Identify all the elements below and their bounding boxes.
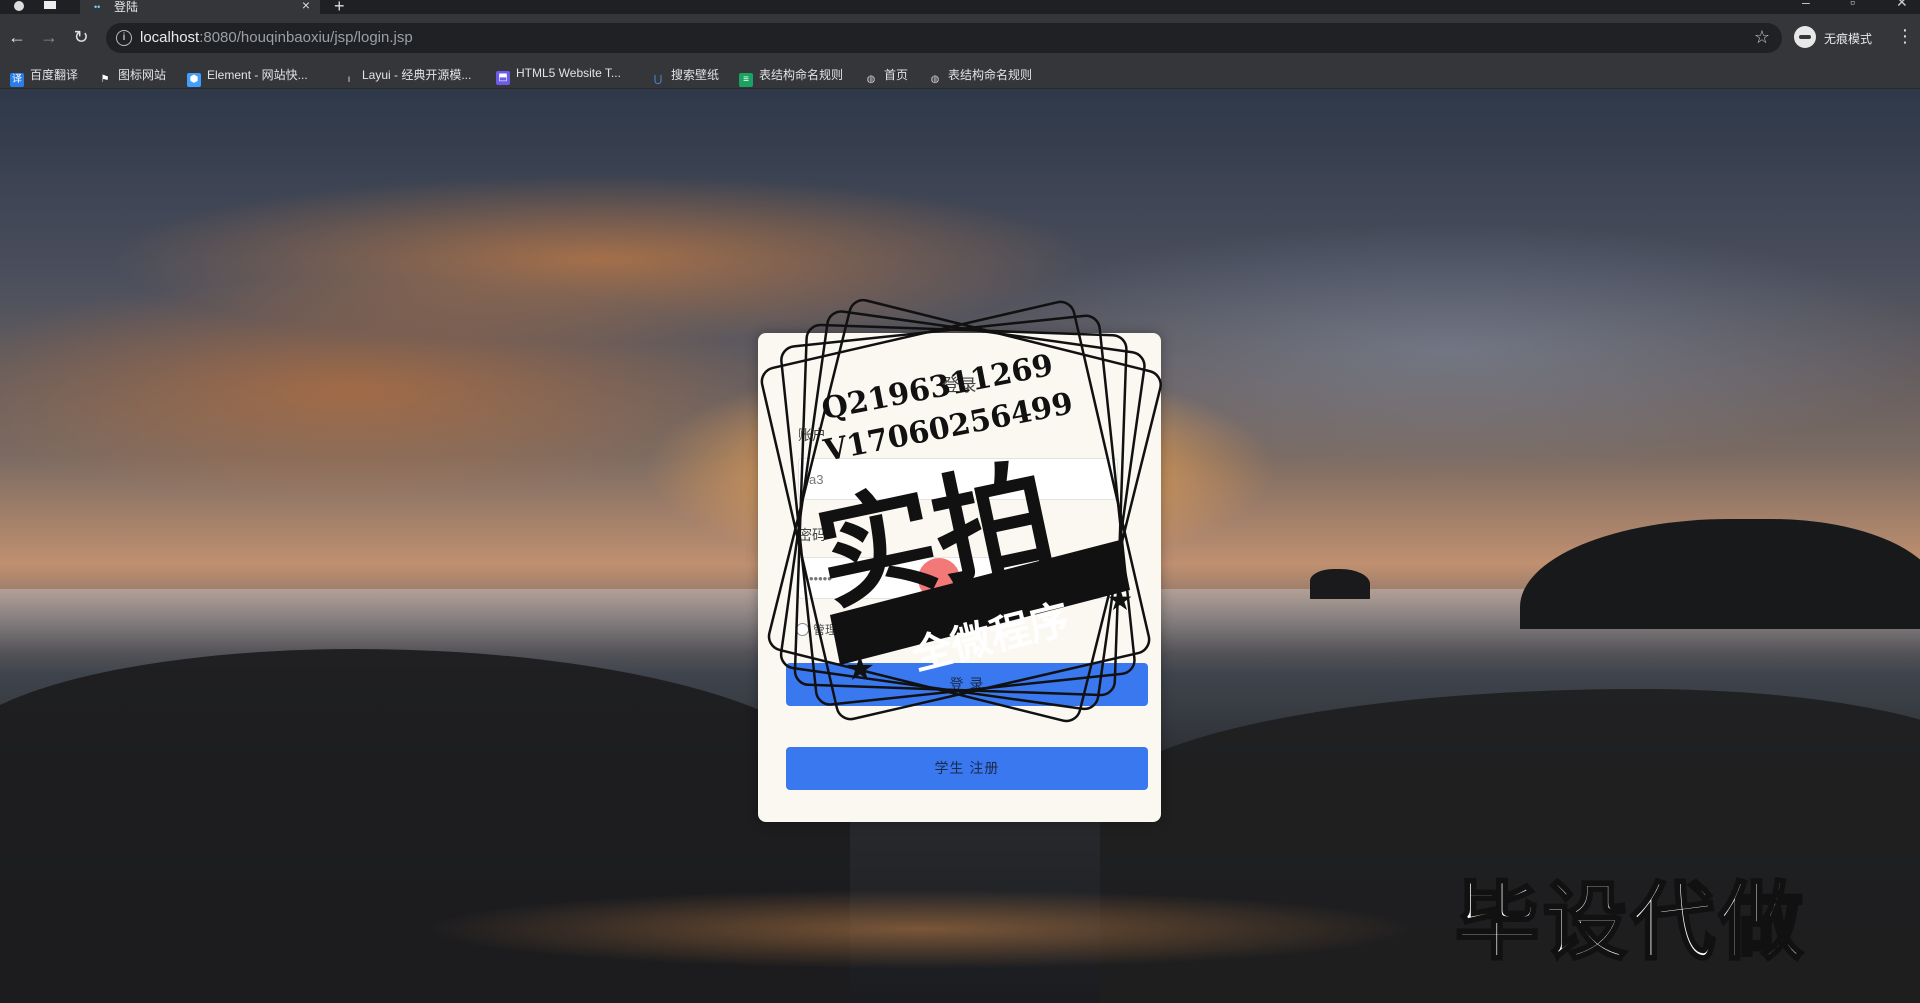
site-info-icon[interactable]: i [116,30,132,46]
bookmark-item[interactable]: ⬢ Element - 网站快... [187,66,308,87]
back-icon[interactable]: ← [6,26,28,48]
element-icon: ⬢ [187,73,201,87]
bookmark-item[interactable]: ⚑ 图标网站 [98,66,167,85]
browser-logo-icon [14,1,24,11]
star-icon: ★ [845,650,875,688]
bookmark-item[interactable]: ⋃ 搜索壁纸 [651,66,719,85]
bookmark-item[interactable]: ◍ 表结构命名规则 [928,66,1032,85]
minimize-icon[interactable]: – [1802,0,1810,10]
restore-icon[interactable]: ▫ [1850,0,1855,10]
html5-icon: ⬒ [496,71,510,85]
flag-icon: ⚑ [100,74,110,85]
tab-close-icon[interactable]: × [302,0,310,13]
bookmarks-bar: 译百度翻译 ⚑ 图标网站 ⬢ Element - 网站快... ı Layui - 经… [0,62,1920,89]
bookmark-item[interactable]: 译百度翻译 [10,66,78,87]
address-bar[interactable]: i localhost:8080/houqinbaoxiu/jsp/login.… [106,23,1782,53]
bookmark-star-icon[interactable]: ☆ [1754,27,1770,48]
bookmark-item[interactable]: ⬒ HTML5 Website T... [496,66,621,85]
layui-icon: ı [347,74,351,85]
close-window-icon[interactable]: ✕ [1896,0,1908,11]
star-icon: ★ [1107,584,1134,617]
incognito-icon [1794,26,1816,48]
rock-island [1310,569,1370,599]
reload-icon[interactable]: ↻ [70,26,92,48]
url-text[interactable]: localhost:8080/houqinbaoxiu/jsp/login.js… [140,29,413,46]
forward-icon[interactable]: → [38,26,60,48]
incognito-label: 无痕模式 [1824,32,1873,46]
tab-search-icon[interactable] [44,1,56,9]
toolbar: ← → ↻ i localhost:8080/houqinbaoxiu/jsp/… [0,14,1920,62]
tab-strip: •• 登陆 × + – ▫ ✕ [0,0,1920,16]
bookmark-item[interactable]: ≡ 表结构命名规则 [739,66,843,87]
bookmark-item[interactable]: ◍ 首页 [864,66,908,85]
globe-icon: ◍ [866,74,876,85]
globe-icon: ◍ [930,74,940,85]
wallpaper-icon: ⋃ [653,74,663,85]
corner-watermark: 毕设代做 [1453,872,1808,973]
sunset-reflection [420,889,1420,969]
browser-menu-icon[interactable]: ⋮ [1896,26,1914,47]
tab-login[interactable]: •• 登陆 × [80,0,320,14]
tab-title: 登陆 [114,0,139,14]
headland-silhouette [1520,519,1920,629]
tab-favicon-icon: •• [94,2,101,12]
translate-icon: 译 [10,73,24,87]
sheet-icon: ≡ [739,73,753,87]
bookmark-item[interactable]: ı Layui - 经典开源模... [342,66,472,85]
